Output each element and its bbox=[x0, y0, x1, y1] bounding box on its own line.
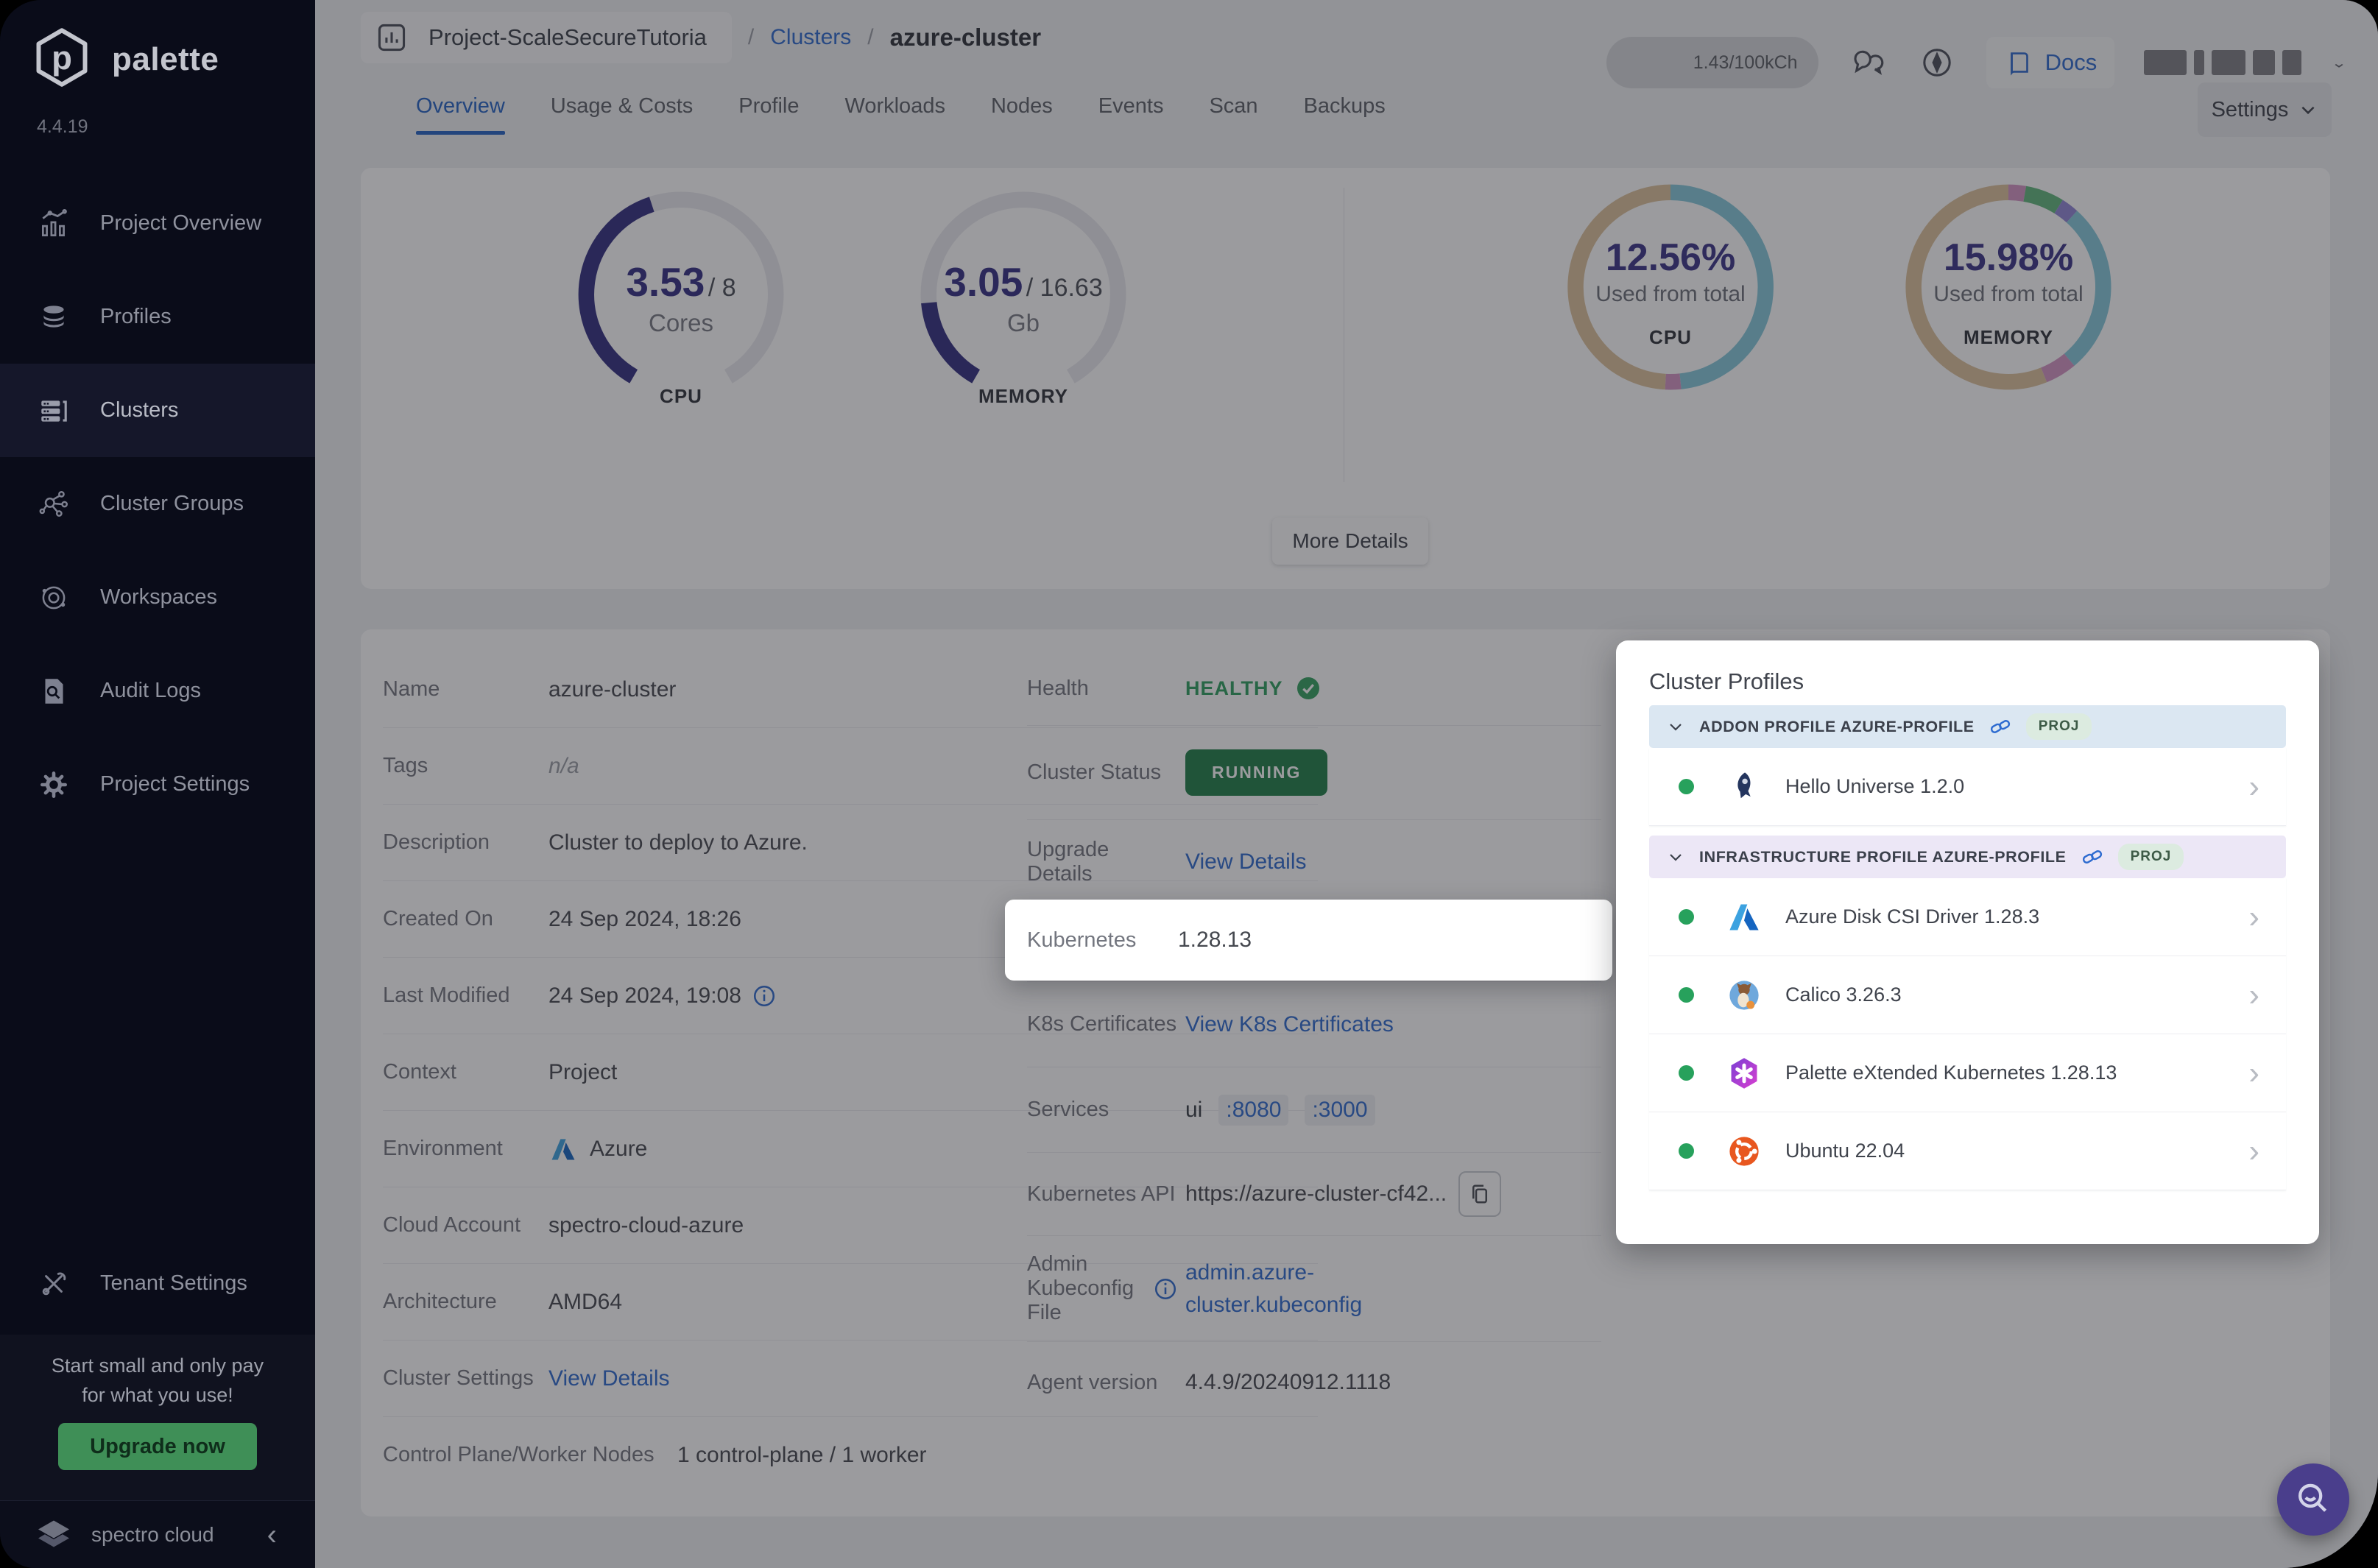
sidebar-item-clusters[interactable]: Clusters bbox=[0, 364, 315, 457]
scope-badge: PROJ bbox=[2117, 844, 2184, 870]
sidebar-item-cluster-groups[interactable]: Cluster Groups bbox=[0, 457, 315, 551]
spectro-cloud-logo-icon bbox=[38, 1520, 69, 1547]
infrastructure-profile-header[interactable]: INFRASTRUCTURE PROFILE AZURE-PROFILE PRO… bbox=[1649, 836, 2286, 878]
chevron-right-icon: › bbox=[2248, 768, 2259, 805]
sidebar-item-project-settings[interactable]: Project Settings bbox=[0, 738, 315, 831]
collapse-sidebar-button[interactable]: ‹ bbox=[267, 1520, 277, 1550]
calico-icon bbox=[1729, 980, 1759, 1010]
pack-ubuntu[interactable]: Ubuntu 22.04 › bbox=[1649, 1112, 2286, 1190]
doc-search-icon bbox=[45, 678, 63, 704]
chevron-right-icon: › bbox=[2248, 1054, 2259, 1091]
banner-text-line1: Start small and only pay bbox=[51, 1355, 264, 1377]
kubernetes-spotlight-row: Kubernetes 1.28.13 bbox=[1005, 900, 1612, 981]
kubernetes-version-value: 1.28.13 bbox=[1178, 928, 1252, 952]
gear-icon bbox=[40, 771, 67, 798]
servers-icon bbox=[41, 400, 67, 422]
footer-brand: spectro cloud bbox=[91, 1523, 214, 1546]
status-dot-icon bbox=[1679, 909, 1694, 925]
status-dot-icon bbox=[1679, 1143, 1694, 1159]
sidebar-item-audit-logs[interactable]: Audit Logs bbox=[0, 644, 315, 738]
search-fab-button[interactable] bbox=[2277, 1463, 2349, 1536]
kubernetes-label: Kubernetes bbox=[1027, 928, 1137, 952]
upgrade-now-button[interactable]: Upgrade now bbox=[58, 1423, 257, 1470]
link-icon bbox=[1990, 720, 2010, 733]
upgrade-banner: Start small and only pay for what you us… bbox=[0, 1335, 315, 1500]
chevron-right-icon: › bbox=[2248, 1132, 2259, 1169]
sidebar-item-tenant-settings[interactable]: Tenant Settings bbox=[0, 1237, 315, 1330]
svg-text:p: p bbox=[52, 39, 72, 77]
pack-azure-disk[interactable]: Azure Disk CSI Driver 1.28.3 › bbox=[1649, 878, 2286, 956]
sidebar-item-profiles[interactable]: Profiles bbox=[0, 270, 315, 364]
search-smile-icon bbox=[2298, 1483, 2327, 1512]
palette-logo-icon: p bbox=[31, 27, 93, 92]
brand-name: palette bbox=[112, 40, 219, 77]
chevron-right-icon: › bbox=[2248, 898, 2259, 935]
network-nodes-icon bbox=[39, 490, 68, 517]
banner-text-line2: for what you use! bbox=[82, 1384, 233, 1406]
status-dot-icon bbox=[1679, 779, 1694, 794]
pack-hello-universe[interactable]: Hello Universe 1.2.0 › bbox=[1649, 748, 2286, 826]
ubuntu-icon bbox=[1729, 1136, 1759, 1166]
chevron-down-icon bbox=[1670, 854, 1682, 861]
pxk-icon bbox=[1731, 1057, 1757, 1089]
status-dot-icon bbox=[1679, 987, 1694, 1003]
link-icon bbox=[2082, 850, 2102, 864]
scope-badge: PROJ bbox=[2025, 713, 2092, 740]
sidebar: p palette 4.4.19 Project Overview Profil… bbox=[0, 0, 315, 1568]
bar-chart-icon bbox=[42, 208, 67, 236]
app-window: p palette 4.4.19 Project Overview Profil… bbox=[0, 0, 2378, 1568]
hello-universe-icon bbox=[1737, 771, 1751, 798]
sidebar-item-workspaces[interactable]: Workspaces bbox=[0, 551, 315, 644]
chevron-right-icon: › bbox=[2248, 976, 2259, 1013]
chevron-down-icon bbox=[1670, 724, 1682, 731]
main-content: Project-ScaleSecureTutoria / Clusters / … bbox=[315, 0, 2378, 1568]
panel-title: Cluster Profiles bbox=[1649, 668, 1804, 694]
orbit-icon bbox=[42, 586, 66, 609]
sidebar-item-project-overview[interactable]: Project Overview bbox=[0, 177, 315, 270]
app-version: 4.4.19 bbox=[37, 116, 88, 137]
pack-palette-extended-kubernetes[interactable]: Palette eXtended Kubernetes 1.28.13 › bbox=[1649, 1034, 2286, 1112]
layers-icon bbox=[43, 305, 64, 328]
tools-icon bbox=[42, 1272, 66, 1295]
addon-profile-header[interactable]: ADDON PROFILE AZURE-PROFILE PROJ bbox=[1649, 705, 2286, 748]
sidebar-footer: spectro cloud ‹ bbox=[0, 1500, 315, 1568]
pack-calico[interactable]: Calico 3.26.3 › bbox=[1649, 956, 2286, 1034]
azure-disk-icon bbox=[1729, 904, 1759, 930]
status-dot-icon bbox=[1679, 1065, 1694, 1081]
cluster-profiles-panel: Cluster Profiles ADDON PROFILE AZURE-PRO… bbox=[1616, 640, 2319, 1244]
